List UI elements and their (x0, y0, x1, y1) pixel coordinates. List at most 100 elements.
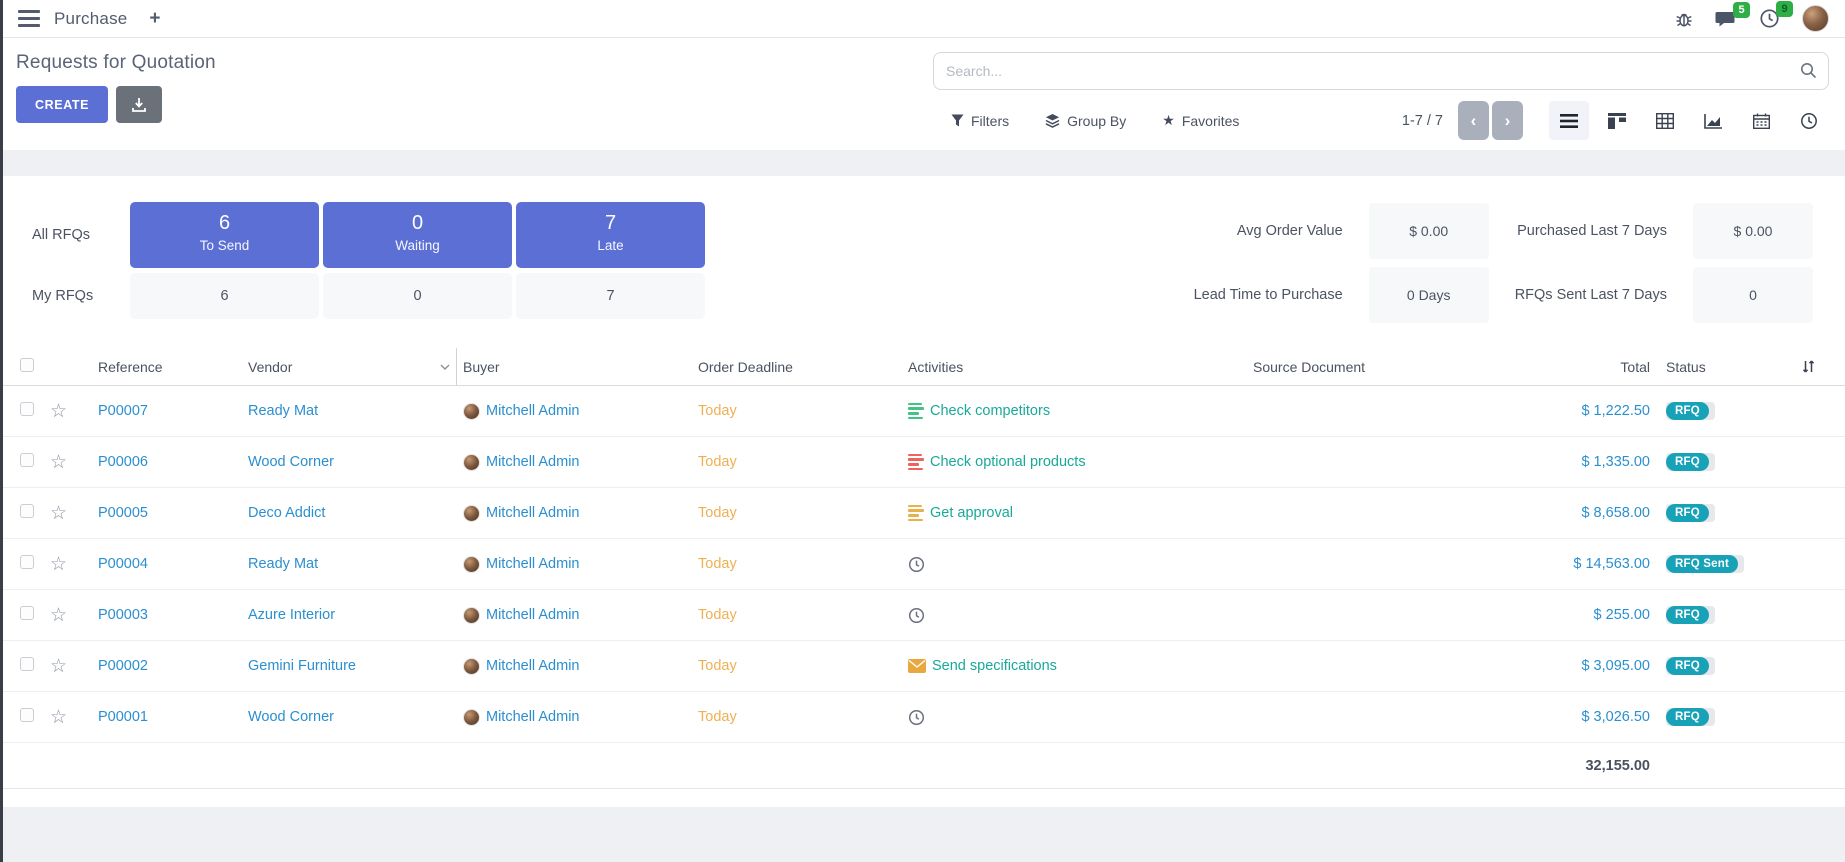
avg-order-value[interactable]: $ 0.00 (1369, 203, 1489, 259)
apps-menu-icon[interactable] (18, 10, 40, 27)
my-to-send-tile[interactable]: 6 (130, 273, 319, 319)
order-deadline: Today (692, 556, 902, 572)
star-icon[interactable]: ☆ (50, 401, 67, 422)
buyer-avatar (463, 607, 480, 624)
tile-waiting[interactable]: 0 Waiting (323, 202, 512, 268)
view-list-button[interactable] (1549, 101, 1589, 140)
debug-bug-icon[interactable] (1675, 10, 1693, 28)
activities-clock-icon[interactable]: 9 (1759, 8, 1780, 29)
schedule-activity-clock-icon[interactable] (908, 709, 925, 726)
buyer-link[interactable]: Mitchell Admin (486, 658, 579, 674)
row-checkbox[interactable] (20, 708, 34, 722)
column-total[interactable]: Total (1505, 359, 1660, 375)
vendor-link[interactable]: Ready Mat (242, 556, 457, 572)
star-icon[interactable]: ☆ (50, 554, 67, 575)
search-icon[interactable] (1800, 62, 1817, 79)
table-row[interactable]: ☆ P00002 Gemini Furniture Mitchell Admin… (0, 641, 1845, 692)
tasks-icon (908, 454, 924, 470)
buyer-link[interactable]: Mitchell Admin (486, 505, 579, 521)
row-checkbox[interactable] (20, 453, 34, 467)
export-download-button[interactable] (116, 86, 162, 123)
optional-columns-button[interactable] (1795, 359, 1845, 374)
my-waiting-tile[interactable]: 0 (323, 273, 512, 319)
view-calendar-button[interactable] (1741, 101, 1781, 140)
reference-link[interactable]: P00005 (92, 505, 242, 521)
activity-link[interactable]: Get approval (930, 505, 1013, 521)
pager-next-button[interactable]: › (1492, 101, 1523, 140)
column-order-deadline[interactable]: Order Deadline (692, 359, 902, 375)
reference-link[interactable]: P00004 (92, 556, 242, 572)
star-icon[interactable]: ☆ (50, 503, 67, 524)
reference-link[interactable]: P00001 (92, 709, 242, 725)
app-title[interactable]: Purchase (54, 9, 127, 29)
kpi-grid: Avg Order Value $ 0.00 Purchased Last 7 … (1194, 202, 1813, 324)
star-icon[interactable]: ☆ (50, 605, 67, 626)
page-background-gap (0, 150, 1845, 176)
row-checkbox[interactable] (20, 504, 34, 518)
pager-previous-button[interactable]: ‹ (1458, 101, 1489, 140)
row-checkbox[interactable] (20, 657, 34, 671)
vendor-link[interactable]: Wood Corner (242, 454, 457, 470)
avg-order-value-label: Avg Order Value (1194, 223, 1343, 239)
late-count: 7 (516, 211, 705, 235)
table-row[interactable]: ☆ P00007 Ready Mat Mitchell Admin Today … (0, 386, 1845, 437)
create-button[interactable]: CREATE (16, 86, 108, 123)
buyer-link[interactable]: Mitchell Admin (486, 709, 579, 725)
column-buyer[interactable]: Buyer (457, 359, 692, 375)
table-row[interactable]: ☆ P00003 Azure Interior Mitchell Admin T… (0, 590, 1845, 641)
star-icon[interactable]: ☆ (50, 656, 67, 677)
row-checkbox[interactable] (20, 606, 34, 620)
messages-icon[interactable]: 5 (1715, 9, 1737, 29)
buyer-avatar (463, 454, 480, 471)
select-all-checkbox[interactable] (20, 358, 34, 372)
filters-button[interactable]: Filters (951, 112, 1009, 129)
tile-late[interactable]: 7 Late (516, 202, 705, 268)
star-icon[interactable]: ☆ (50, 452, 67, 473)
table-row[interactable]: ☆ P00001 Wood Corner Mitchell Admin Toda… (0, 692, 1845, 743)
view-graph-button[interactable] (1693, 101, 1733, 140)
reference-link[interactable]: P00002 (92, 658, 242, 674)
column-vendor[interactable]: Vendor (242, 348, 457, 385)
column-reference[interactable]: Reference (92, 359, 242, 375)
table-row[interactable]: ☆ P00005 Deco Addict Mitchell Admin Toda… (0, 488, 1845, 539)
schedule-activity-clock-icon[interactable] (908, 556, 925, 573)
row-checkbox[interactable] (20, 555, 34, 569)
group-by-button[interactable]: Group By (1045, 112, 1126, 129)
row-checkbox[interactable] (20, 402, 34, 416)
activity-link[interactable]: Check optional products (930, 454, 1086, 470)
view-kanban-button[interactable] (1597, 101, 1637, 140)
plus-icon[interactable]: + (149, 9, 160, 28)
star-icon[interactable]: ☆ (50, 707, 67, 728)
buyer-link[interactable]: Mitchell Admin (486, 556, 579, 572)
vendor-link[interactable]: Gemini Furniture (242, 658, 457, 674)
activity-link[interactable]: Check competitors (930, 403, 1050, 419)
status-badge: RFQ (1666, 657, 1715, 675)
favorites-button[interactable]: ★ Favorites (1162, 112, 1239, 129)
vendor-link[interactable]: Wood Corner (242, 709, 457, 725)
vendor-link[interactable]: Deco Addict (242, 505, 457, 521)
reference-link[interactable]: P00003 (92, 607, 242, 623)
reference-link[interactable]: P00007 (92, 403, 242, 419)
search-input[interactable] (933, 52, 1829, 90)
activity-link[interactable]: Send specifications (932, 658, 1057, 674)
buyer-link[interactable]: Mitchell Admin (486, 403, 579, 419)
tile-to-send[interactable]: 6 To Send (130, 202, 319, 268)
rfqs-sent-last-7-days[interactable]: 0 (1693, 267, 1813, 323)
vendor-link[interactable]: Ready Mat (242, 403, 457, 419)
table-row[interactable]: ☆ P00006 Wood Corner Mitchell Admin Toda… (0, 437, 1845, 488)
reference-link[interactable]: P00006 (92, 454, 242, 470)
adjust-columns-icon (1801, 359, 1816, 374)
table-row[interactable]: ☆ P00004 Ready Mat Mitchell Admin Today … (0, 539, 1845, 590)
buyer-link[interactable]: Mitchell Admin (486, 454, 579, 470)
view-activity-button[interactable] (1789, 101, 1829, 140)
vendor-link[interactable]: Azure Interior (242, 607, 457, 623)
column-source-document[interactable]: Source Document (1247, 359, 1505, 375)
user-avatar[interactable] (1802, 5, 1829, 32)
lead-time-value[interactable]: 0 Days (1369, 267, 1489, 323)
purchased-last-7-days[interactable]: $ 0.00 (1693, 203, 1813, 259)
my-late-tile[interactable]: 7 (516, 273, 705, 319)
buyer-link[interactable]: Mitchell Admin (486, 607, 579, 623)
view-pivot-button[interactable] (1645, 101, 1685, 140)
schedule-activity-clock-icon[interactable] (908, 607, 925, 624)
column-status[interactable]: Status (1660, 359, 1795, 375)
